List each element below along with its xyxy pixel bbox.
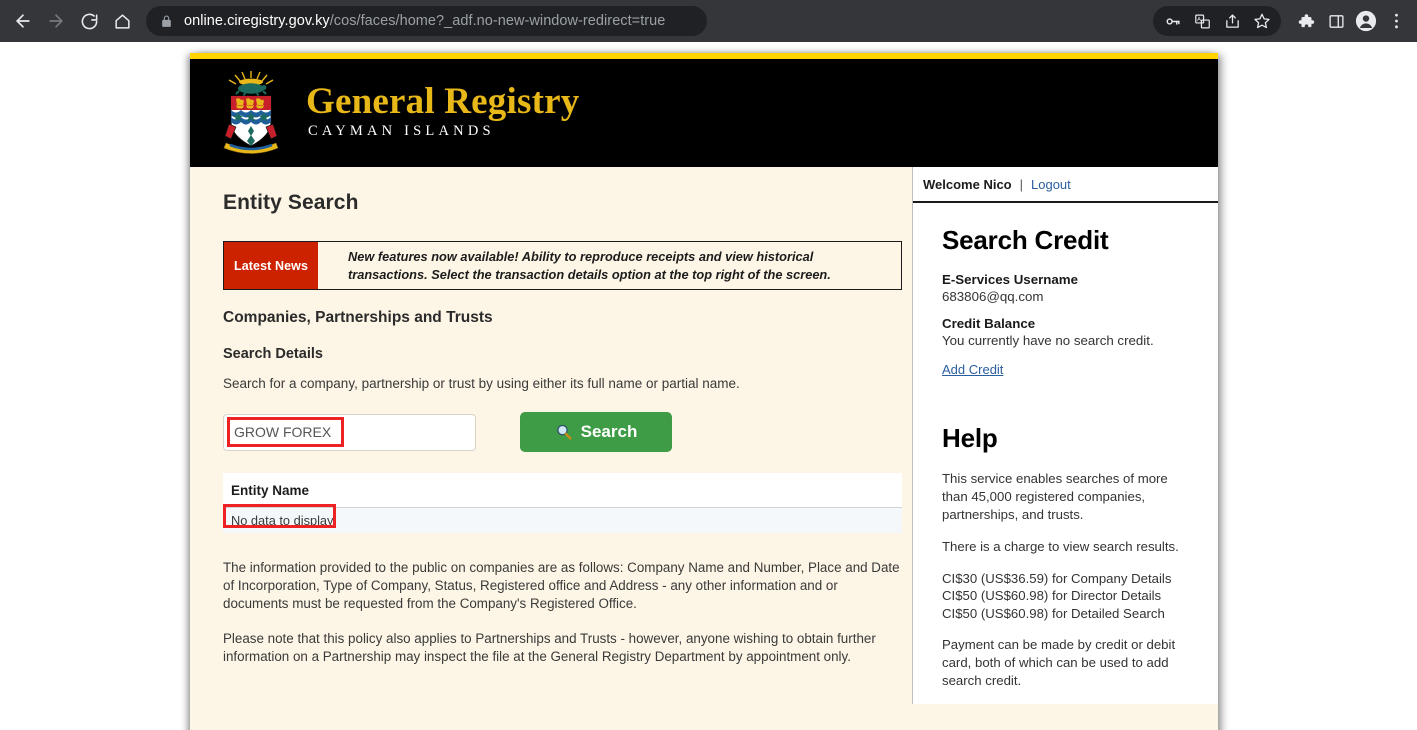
reload-icon[interactable] (74, 6, 104, 36)
profile-avatar-icon[interactable] (1351, 6, 1381, 36)
results-table: Entity Name No data to display. (223, 473, 902, 534)
main-content: Entity Search Latest News New features n… (190, 167, 912, 704)
forward-arrow-icon[interactable] (41, 6, 71, 36)
sidebar-content: Search Credit E-Services Username 683806… (913, 203, 1218, 690)
search-details-heading: Search Details (223, 346, 323, 363)
browser-toolbar: online.ciregistry.gov.ky/cos/faces/home?… (0, 0, 1417, 42)
help-charge-note: There is a charge to view search results… (942, 538, 1179, 554)
price-detailed-search: CI$50 (US$60.98) for Detailed Search (942, 605, 1165, 621)
page-body: Entity Search Latest News New features n… (190, 167, 1218, 705)
site-brand: General Registry CAYMAN ISLANDS (306, 80, 580, 145)
disclaimer-companies: The information provided to the public o… (223, 560, 900, 611)
navigation-buttons (0, 6, 137, 36)
welcome-bar: Welcome Nico | Logout (913, 167, 1218, 203)
welcome-text: Welcome Nico (923, 176, 1012, 192)
table-header-row: Entity Name (223, 473, 902, 509)
search-field-wrapper (223, 413, 476, 451)
translate-icon[interactable]: A (1187, 6, 1217, 36)
registry-page: General Registry CAYMAN ISLANDS Entity S… (190, 53, 1218, 730)
help-intro: This service enables searches of more th… (942, 471, 1168, 522)
url-path: /cos/faces/home?_adf.no-new-window-redir… (329, 13, 666, 29)
password-key-icon[interactable] (1157, 6, 1187, 36)
bookmark-star-icon[interactable] (1247, 6, 1277, 36)
price-company-details: CI$30 (US$36.59) for Company Details (942, 570, 1172, 586)
username-value: 683806@qq.com (942, 289, 1044, 304)
three-dot-menu-icon[interactable] (1381, 6, 1411, 36)
disclaimer-partnerships: Please note that this policy also applie… (223, 631, 876, 665)
home-icon[interactable] (107, 6, 137, 36)
help-payment-note: Payment can be made by credit or debit c… (942, 637, 1176, 689)
column-header-entity-name: Entity Name (231, 482, 310, 498)
news-badge: Latest News (224, 242, 318, 290)
page-title: Entity Search (223, 191, 359, 214)
site-header: General Registry CAYMAN ISLANDS (190, 59, 1218, 167)
address-bar[interactable]: online.ciregistry.gov.ky/cos/faces/home?… (146, 6, 707, 36)
brand-subtitle: CAYMAN ISLANDS (308, 123, 495, 140)
sidebar: Welcome Nico | Logout Search Credit E-Se… (912, 167, 1218, 705)
add-credit-link[interactable]: Add Credit (942, 362, 1003, 377)
search-row: Search (223, 412, 912, 453)
omnibox-action-icons: A (1153, 6, 1281, 36)
back-arrow-icon[interactable] (8, 6, 38, 36)
brand-title: General Registry (306, 80, 580, 122)
search-button[interactable]: Search (520, 412, 672, 453)
browser-viewport: General Registry CAYMAN ISLANDS Entity S… (0, 42, 1417, 730)
search-button-label: Search (580, 422, 638, 442)
credit-balance-label: Credit Balance (942, 316, 1036, 331)
svg-text:A: A (1197, 17, 1201, 23)
latest-news-banner: Latest News New features now available! … (223, 241, 902, 291)
welcome-separator: | (1019, 176, 1024, 192)
cayman-coat-of-arms-icon (223, 71, 279, 154)
username-label: E-Services Username (942, 272, 1079, 287)
table-row: No data to display. (223, 504, 902, 534)
search-help-text: Search for a company, partnership or tru… (223, 376, 740, 392)
help-price-list: CI$30 (US$36.59) for Company Details CI$… (942, 570, 1196, 623)
help-section: Help This service enables searches of mo… (942, 423, 1196, 690)
credit-balance-value: You currently have no search credit. (942, 333, 1154, 348)
search-credit-title: Search Credit (942, 225, 1109, 255)
toolbar-actions: A (1153, 6, 1417, 36)
price-director-details: CI$50 (US$60.98) for Director Details (942, 588, 1162, 604)
lock-icon (160, 15, 173, 28)
logout-link[interactable]: Logout (1031, 177, 1071, 192)
url-host: online.ciregistry.gov.ky (184, 13, 330, 29)
share-icon[interactable] (1217, 6, 1247, 36)
url-text: online.ciregistry.gov.ky/cos/faces/home?… (184, 13, 665, 29)
news-message: New features now available! Ability to r… (348, 249, 831, 282)
extensions-puzzle-icon[interactable] (1291, 6, 1321, 36)
no-data-message: No data to display. (231, 513, 337, 529)
section-heading: Companies, Partnerships and Trusts (223, 309, 493, 327)
magnifier-icon (555, 423, 573, 441)
search-input[interactable] (223, 413, 476, 451)
side-panel-icon[interactable] (1321, 6, 1351, 36)
help-title: Help (942, 423, 998, 453)
